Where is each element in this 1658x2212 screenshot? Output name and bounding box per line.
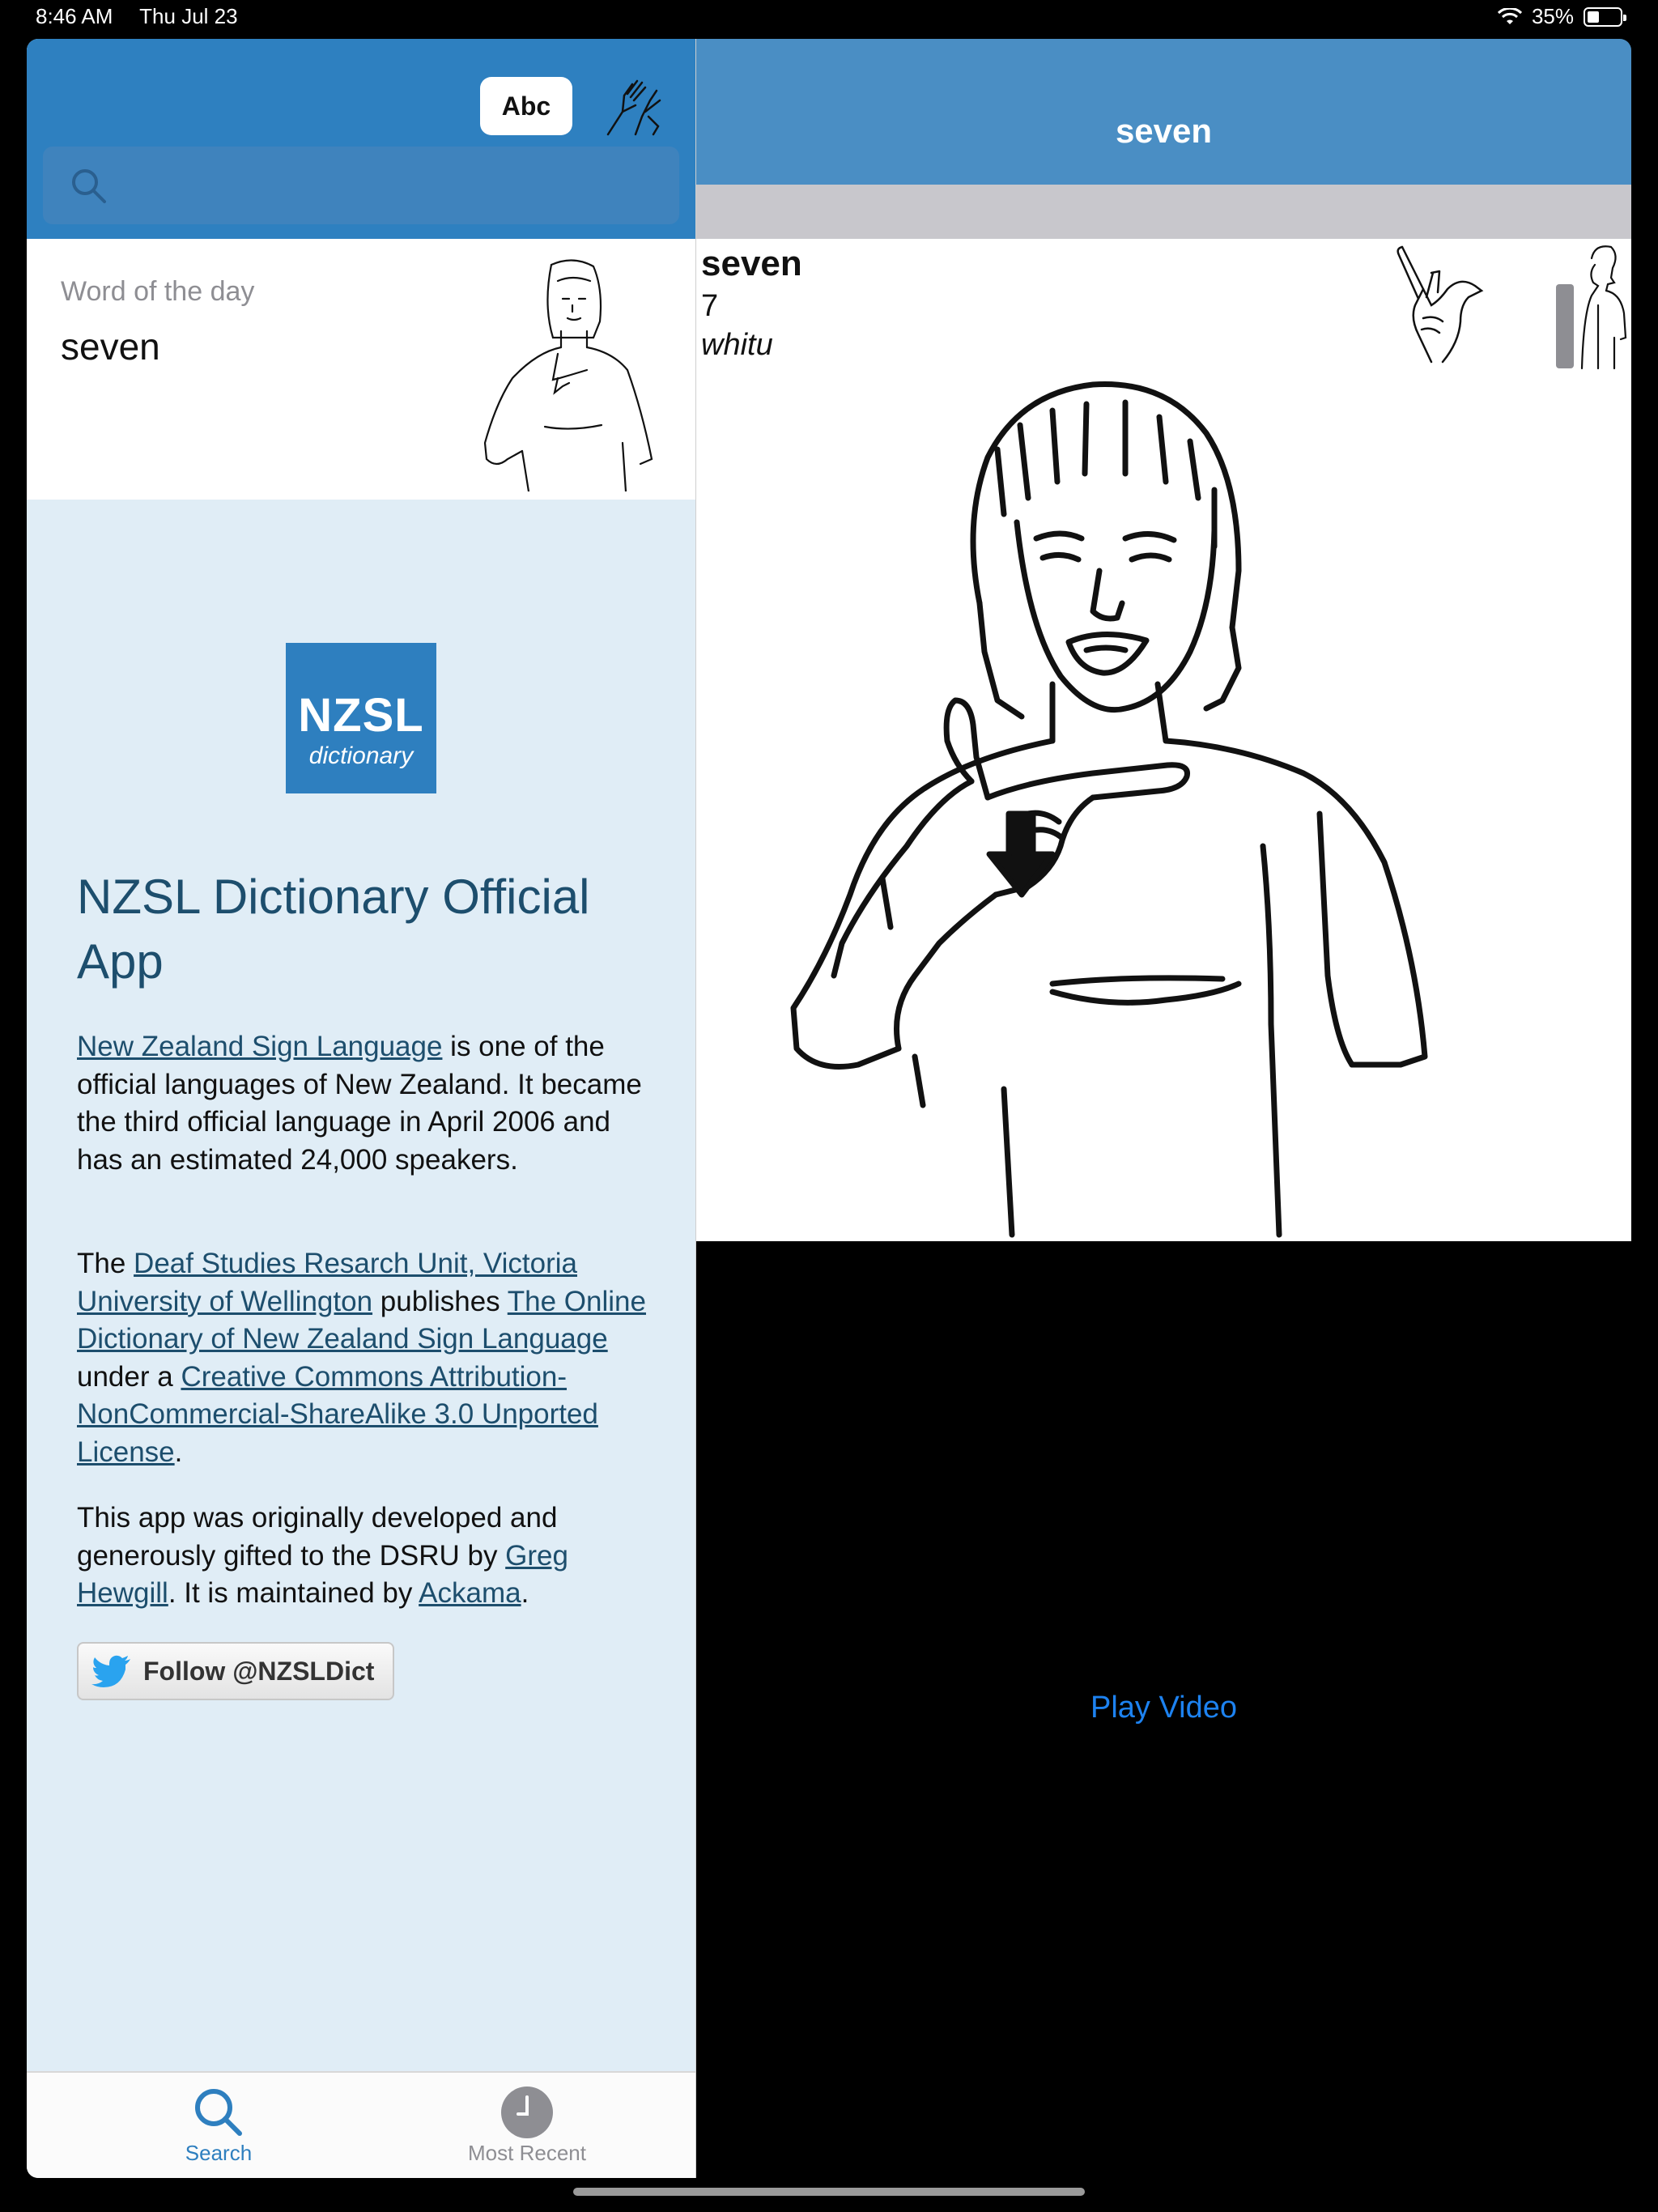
twitter-bird-icon [91, 1655, 130, 1687]
detail-toolbar [696, 185, 1631, 239]
about-text: under a [77, 1360, 181, 1393]
status-bar: 8:46 AM Thu Jul 23 35% [0, 0, 1658, 32]
sign-search-button[interactable] [593, 73, 671, 143]
about-paragraph-1: New Zealand Sign Language is one of the … [77, 1028, 660, 1179]
nzsl-link[interactable]: New Zealand Sign Language [77, 1031, 442, 1062]
about-text: . [174, 1436, 183, 1468]
ackama-link[interactable]: Ackama [419, 1577, 521, 1609]
handshape-icon [1397, 245, 1484, 364]
about-paragraph-3: This app was originally developed and ge… [77, 1499, 660, 1613]
status-time: 8:46 AM [36, 4, 113, 28]
sign-gloss-number: 7 [701, 289, 719, 323]
nzsl-logo: NZSL dictionary [286, 643, 436, 793]
search-icon [195, 2089, 242, 2136]
detail-title: seven [1115, 112, 1213, 150]
tab-most-recent-label: Most Recent [468, 2141, 586, 2165]
search-bar[interactable] [43, 147, 679, 224]
app-title: NZSL Dictionary Official App [77, 870, 590, 989]
play-video-button[interactable]: Play Video [696, 1691, 1631, 1725]
sign-word: seven [701, 244, 802, 283]
tab-bar: Search Most Recent [27, 2071, 695, 2178]
body-profile-icon [1580, 245, 1627, 370]
left-pane: Abc Word of the day seven NZSL dictionar… [27, 39, 695, 2178]
tab-most-recent[interactable]: Most Recent [430, 2084, 624, 2166]
word-of-the-day-label: Word of the day [61, 276, 255, 307]
abc-button[interactable]: Abc [480, 77, 572, 135]
wifi-icon [1497, 7, 1522, 24]
clock-icon [501, 2087, 553, 2138]
search-icon [72, 169, 106, 203]
sign-illustration [790, 381, 1428, 1238]
status-date: Thu Jul 23 [139, 4, 238, 28]
battery-level [1588, 11, 1599, 23]
hands-icon [606, 79, 661, 136]
battery-icon [1584, 6, 1626, 27]
tab-search-label: Search [185, 2141, 253, 2165]
sign-maori: whitu [701, 328, 773, 362]
sign-illustration-thumbnail [483, 259, 653, 491]
status-left: 8:46 AM Thu Jul 23 [36, 4, 259, 29]
follow-label: Follow @NZSLDict [143, 1656, 375, 1686]
logo-line2: dictionary [308, 742, 414, 769]
about-text: . It is maintained by [168, 1577, 419, 1609]
tab-search[interactable]: Search [121, 2084, 316, 2166]
location-indicator [1554, 240, 1630, 370]
twitter-follow-button[interactable]: Follow @NZSLDict [77, 1642, 394, 1700]
logo-line1: NZSL [298, 689, 424, 742]
location-bar [1556, 284, 1574, 368]
detail-pane: seven seven 7 whitu Play Video [696, 39, 1631, 2178]
detail-nav-bar: seven [696, 39, 1631, 185]
about-paragraph-2: The Deaf Studies Resarch Unit, Victoria … [77, 1245, 660, 1471]
about-text: The [77, 1248, 134, 1279]
search-header: Abc [27, 39, 695, 239]
about-text: publishes [372, 1285, 508, 1317]
word-of-the-day[interactable]: Word of the day seven [27, 239, 695, 500]
search-input[interactable] [116, 163, 666, 208]
app-window: Abc Word of the day seven NZSL dictionar… [27, 39, 1631, 2178]
about-text: This app was originally developed and ge… [77, 1502, 558, 1572]
word-of-the-day-word: seven [61, 325, 160, 368]
battery-percent: 35% [1531, 4, 1574, 28]
about-text: . [521, 1577, 529, 1609]
sign-detail: seven 7 whitu [696, 239, 1631, 1241]
status-right: 35% [1497, 4, 1626, 29]
home-indicator[interactable] [573, 2188, 1085, 2196]
